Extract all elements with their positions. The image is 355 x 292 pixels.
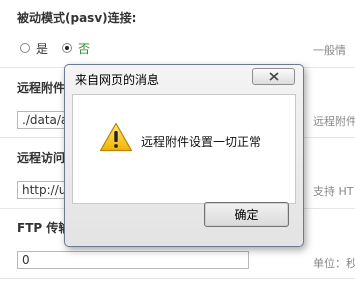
- close-icon: [268, 72, 279, 81]
- pasv-yes-label: 是: [36, 41, 49, 56]
- remote-url-hint: 支持 HT: [313, 185, 354, 198]
- pasv-yes-radio[interactable]: [20, 43, 30, 53]
- pasv-no-radio[interactable]: [62, 43, 73, 53]
- remote-dir-label: 远程附件: [17, 81, 66, 95]
- ftp-timeout-label: FTP 传输: [17, 221, 71, 235]
- divider: [0, 278, 355, 279]
- pasv-radio-group: 是 否: [20, 40, 104, 56]
- ftp-timeout-hint: 单位：秒: [313, 257, 355, 270]
- pasv-hint: 一般情: [313, 44, 346, 57]
- dialog-body: 远程附件设置一切正常: [72, 94, 296, 204]
- dialog-message: 远程附件设置一切正常: [141, 135, 262, 149]
- remote-dir-hint: 远程附件: [313, 115, 355, 128]
- pasv-label: 被动模式(pasv)连接:: [17, 11, 137, 25]
- ok-button[interactable]: 确定: [204, 202, 289, 227]
- pasv-no-label: 否: [78, 41, 91, 56]
- remote-url-label: 远程访问: [17, 151, 66, 165]
- dialog-close-button[interactable]: [252, 68, 295, 85]
- ftp-timeout-input[interactable]: 0: [17, 251, 249, 269]
- dialog-title: 来自网页的消息: [75, 73, 160, 87]
- alert-dialog: 来自网页的消息 远程附件设置一切正常 确定: [64, 64, 304, 247]
- warning-icon: [99, 122, 133, 152]
- settings-page: 被动模式(pasv)连接: 是 否 一般情 远程附件 ./data/a 远程附件…: [0, 0, 355, 292]
